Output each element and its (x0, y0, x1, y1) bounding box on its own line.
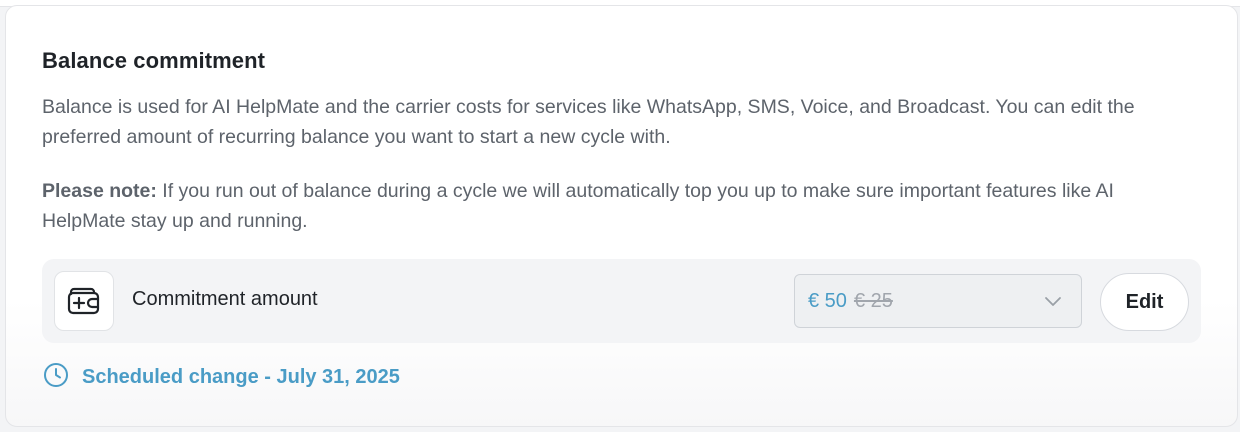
chevron-down-icon (1043, 291, 1063, 316)
note-label: Please note: (42, 180, 157, 202)
scheduled-change: Scheduled change - July 31, 2025 (43, 362, 400, 393)
section-title: Balance commitment (42, 48, 266, 73)
clock-icon (43, 362, 69, 393)
commitment-amount-select[interactable]: € 50 € 25 (794, 274, 1082, 328)
edit-button[interactable]: Edit (1100, 273, 1189, 331)
wallet-plus-icon (54, 271, 114, 331)
scheduled-change-text: Scheduled change - July 31, 2025 (82, 366, 400, 388)
section-note: Please note: If you run out of balance d… (42, 176, 1202, 236)
new-amount-value: € 50 (808, 289, 847, 312)
commitment-row: Commitment amount € 50 € 25 Edit (42, 259, 1201, 343)
section-description: Balance is used for AI HelpMate and the … (42, 96, 1135, 148)
old-amount-value: € 25 (853, 289, 893, 312)
note-text: If you run out of balance during a cycle… (42, 180, 1114, 232)
commitment-amount-label: Commitment amount (132, 288, 318, 310)
